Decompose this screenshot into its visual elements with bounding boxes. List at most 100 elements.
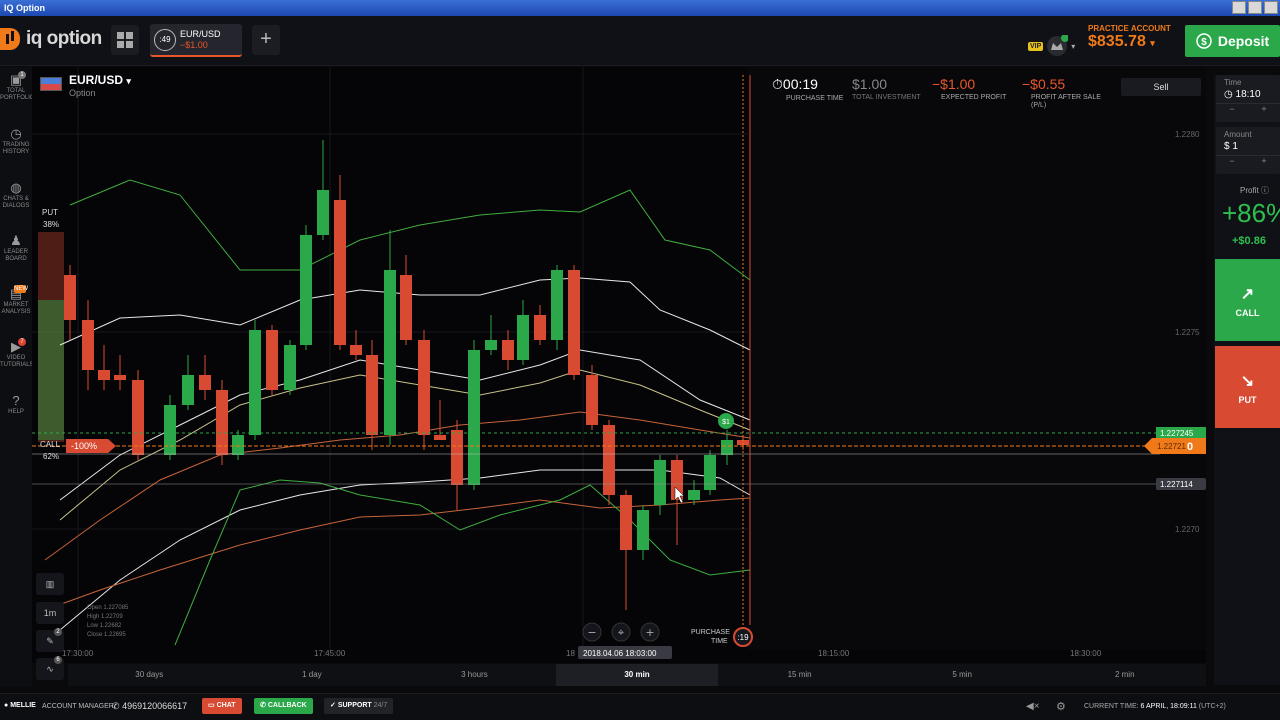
candle-bearish xyxy=(216,390,228,455)
time-axis-label: 18:30:00 xyxy=(1070,649,1102,658)
user-name[interactable]: ● MELLIE xyxy=(4,702,36,709)
nav-video-tutorials[interactable]: ▶ 7 VIDEO TUTORIALS xyxy=(0,338,34,369)
put-button[interactable]: ↘ PUT xyxy=(1215,346,1280,428)
window-titlebar: IQ Option xyxy=(0,0,1280,16)
total-investment-info: $1.00 TOTAL INVESTMENT xyxy=(852,76,921,101)
deposit-button[interactable]: $ Deposit xyxy=(1185,25,1280,57)
call-button[interactable]: ↗ CALL xyxy=(1215,259,1280,341)
sentiment-call-bar xyxy=(38,300,64,440)
sell-button[interactable]: Sell xyxy=(1121,78,1201,96)
amount-decrease-button[interactable]: − xyxy=(1229,156,1234,166)
time-increase-button[interactable]: + xyxy=(1261,104,1266,114)
logo[interactable]: iq option xyxy=(0,28,102,50)
close-button[interactable] xyxy=(1264,1,1278,14)
account-type-label: PRACTICE ACCOUNT xyxy=(1088,24,1171,33)
candle-bearish xyxy=(534,315,546,340)
nav-total-portfolio[interactable]: ▣ 1 TOTAL PORTFOLIO xyxy=(0,71,35,102)
phone-text: 4969120066617 xyxy=(122,701,188,711)
asset-name: EUR/USD xyxy=(69,73,124,87)
settings-gear-icon[interactable]: ⚙ xyxy=(1056,700,1066,713)
ohlc-low: Low 1.22682 xyxy=(87,623,122,629)
amount-selector[interactable]: Amount $ 1 − + xyxy=(1216,127,1280,174)
candle-bearish xyxy=(620,495,632,550)
candle-bearish xyxy=(451,430,463,485)
amount-increase-button[interactable]: + xyxy=(1261,156,1266,166)
indicators-button[interactable]: ∿ 6 xyxy=(36,656,64,680)
chart-type-button[interactable]: ▥ xyxy=(36,573,64,595)
timeframe-5-min[interactable]: 5 min xyxy=(881,664,1044,686)
top-bar: iq option :49 EUR/USD −$1.00 + VIP ▾ PRA… xyxy=(0,16,1280,66)
asset-tab-amount: −$1.00 xyxy=(180,40,208,50)
user-icon: ● xyxy=(4,702,9,709)
callback-button[interactable]: ✆ CALLBACK xyxy=(254,698,313,714)
bid-price-value: 1.22721 xyxy=(1157,442,1186,451)
support-button[interactable]: ✓ SUPPORT 24/7 xyxy=(324,698,394,714)
phone-number[interactable]: ✆ 4969120066617 xyxy=(112,701,187,712)
draw-tools-button[interactable]: ✎ 2 xyxy=(36,628,64,652)
amount-input[interactable]: $ 1 xyxy=(1216,139,1280,152)
profit-after-sale-info: −$0.55 PROFIT AFTER SALE (P/L) xyxy=(1022,76,1102,110)
video-icon: ▶ xyxy=(11,339,21,354)
price-axis-label: 1.2280 xyxy=(1175,130,1200,139)
timeframe-1-day[interactable]: 1 day xyxy=(231,664,394,686)
nav-market-analysis[interactable]: ▤ NEW MARKET ANALYSIS xyxy=(0,285,32,316)
nav-label: HELP xyxy=(8,409,24,415)
nav-help[interactable]: ? HELP xyxy=(0,394,32,416)
zoom-reset-button[interactable]: ⌖ xyxy=(618,626,624,639)
crosshair-price-value: 1.227114 xyxy=(1160,480,1193,489)
timeframe-30-days[interactable]: 30 days xyxy=(68,664,231,686)
bollinger-upper-line xyxy=(69,179,751,281)
profit-label: Profit ⓘ xyxy=(1240,185,1269,196)
sentiment-put-percent: 38% xyxy=(43,220,59,229)
vip-status[interactable]: VIP ▾ xyxy=(1028,35,1075,57)
expected-profit-value: −$1.00 xyxy=(932,76,976,92)
candle-bearish xyxy=(400,275,412,340)
purchase-time-info: ⏱00:19 PURCHASE TIME xyxy=(772,76,843,102)
leaderboard-icon: ♟ xyxy=(10,233,22,248)
account-manager-label: ACCOUNT MANAGER xyxy=(42,703,114,710)
timeframe-3-hours[interactable]: 3 hours xyxy=(393,664,556,686)
zoom-in-button[interactable]: + xyxy=(645,626,654,639)
future-zone xyxy=(748,67,1206,650)
info-icon: ⓘ xyxy=(1260,186,1269,195)
timeframe-30-min[interactable]: 30 min xyxy=(555,664,719,686)
draw-count-badge: 2 xyxy=(54,628,62,636)
current-time-value: 6 APRIL, 18:09:11 xyxy=(1140,703,1197,710)
ohlc-open: Open 1.227085 xyxy=(87,605,129,611)
timeframe-15-min[interactable]: 15 min xyxy=(718,664,881,686)
candle-bearish xyxy=(64,275,76,320)
chat-button[interactable]: ▭ CHAT xyxy=(202,698,242,714)
nav-trading-history[interactable]: ◷ TRADING HISTORY xyxy=(0,127,32,156)
chevron-down-icon: ▾ xyxy=(1150,38,1155,48)
nav-label: VIDEO TUTORIALS xyxy=(0,355,34,368)
avatar-icon xyxy=(1047,35,1069,56)
current-price-value: 1.227245 xyxy=(1160,429,1194,438)
price-chart[interactable]: 1.2280 1.2275 1.2270 1.227245 1.22721 0 1.2271… xyxy=(32,67,1206,663)
purchase-timer-value: :19 xyxy=(737,633,749,642)
candle-bullish xyxy=(249,330,261,435)
nav-leaderboard[interactable]: ♟ LEADER BOARD xyxy=(0,234,32,263)
asset-tab-eurusd[interactable]: :49 EUR/USD −$1.00 xyxy=(150,24,242,57)
asset-grid-button[interactable] xyxy=(111,25,139,55)
nav-chats[interactable]: ◍ CHATS & DIALOGS xyxy=(0,181,32,210)
maximize-button[interactable] xyxy=(1248,1,1262,14)
indicators-count-badge: 6 xyxy=(54,656,62,664)
purchase-marker-label: TIME xyxy=(711,638,728,645)
timeframe-2-min[interactable]: 2 min xyxy=(1043,664,1206,686)
account-balance[interactable]: PRACTICE ACCOUNT $835.78 ▾ xyxy=(1088,24,1171,51)
zoom-out-button[interactable]: − xyxy=(587,626,596,639)
minimize-button[interactable] xyxy=(1232,1,1246,14)
time-value: 18:10 xyxy=(1235,89,1261,100)
candle-bullish xyxy=(284,345,296,390)
chart-canvas[interactable]: 1.2280 1.2275 1.2270 1.227245 1.22721 0 1.2271… xyxy=(32,67,1206,663)
candle-bullish xyxy=(688,490,700,500)
interval-button[interactable]: 1m xyxy=(36,602,64,624)
candle-bullish xyxy=(517,315,529,360)
time-selector[interactable]: Time ◷ 18:10 − + xyxy=(1216,75,1280,122)
mute-icon[interactable]: ◀× xyxy=(1026,701,1040,712)
candle-bearish xyxy=(418,340,430,435)
bid-price-suffix: 0 xyxy=(1187,441,1193,453)
nav-label: MARKET ANALYSIS xyxy=(1,302,31,315)
time-decrease-button[interactable]: − xyxy=(1229,104,1234,114)
add-asset-button[interactable]: + xyxy=(252,25,280,55)
